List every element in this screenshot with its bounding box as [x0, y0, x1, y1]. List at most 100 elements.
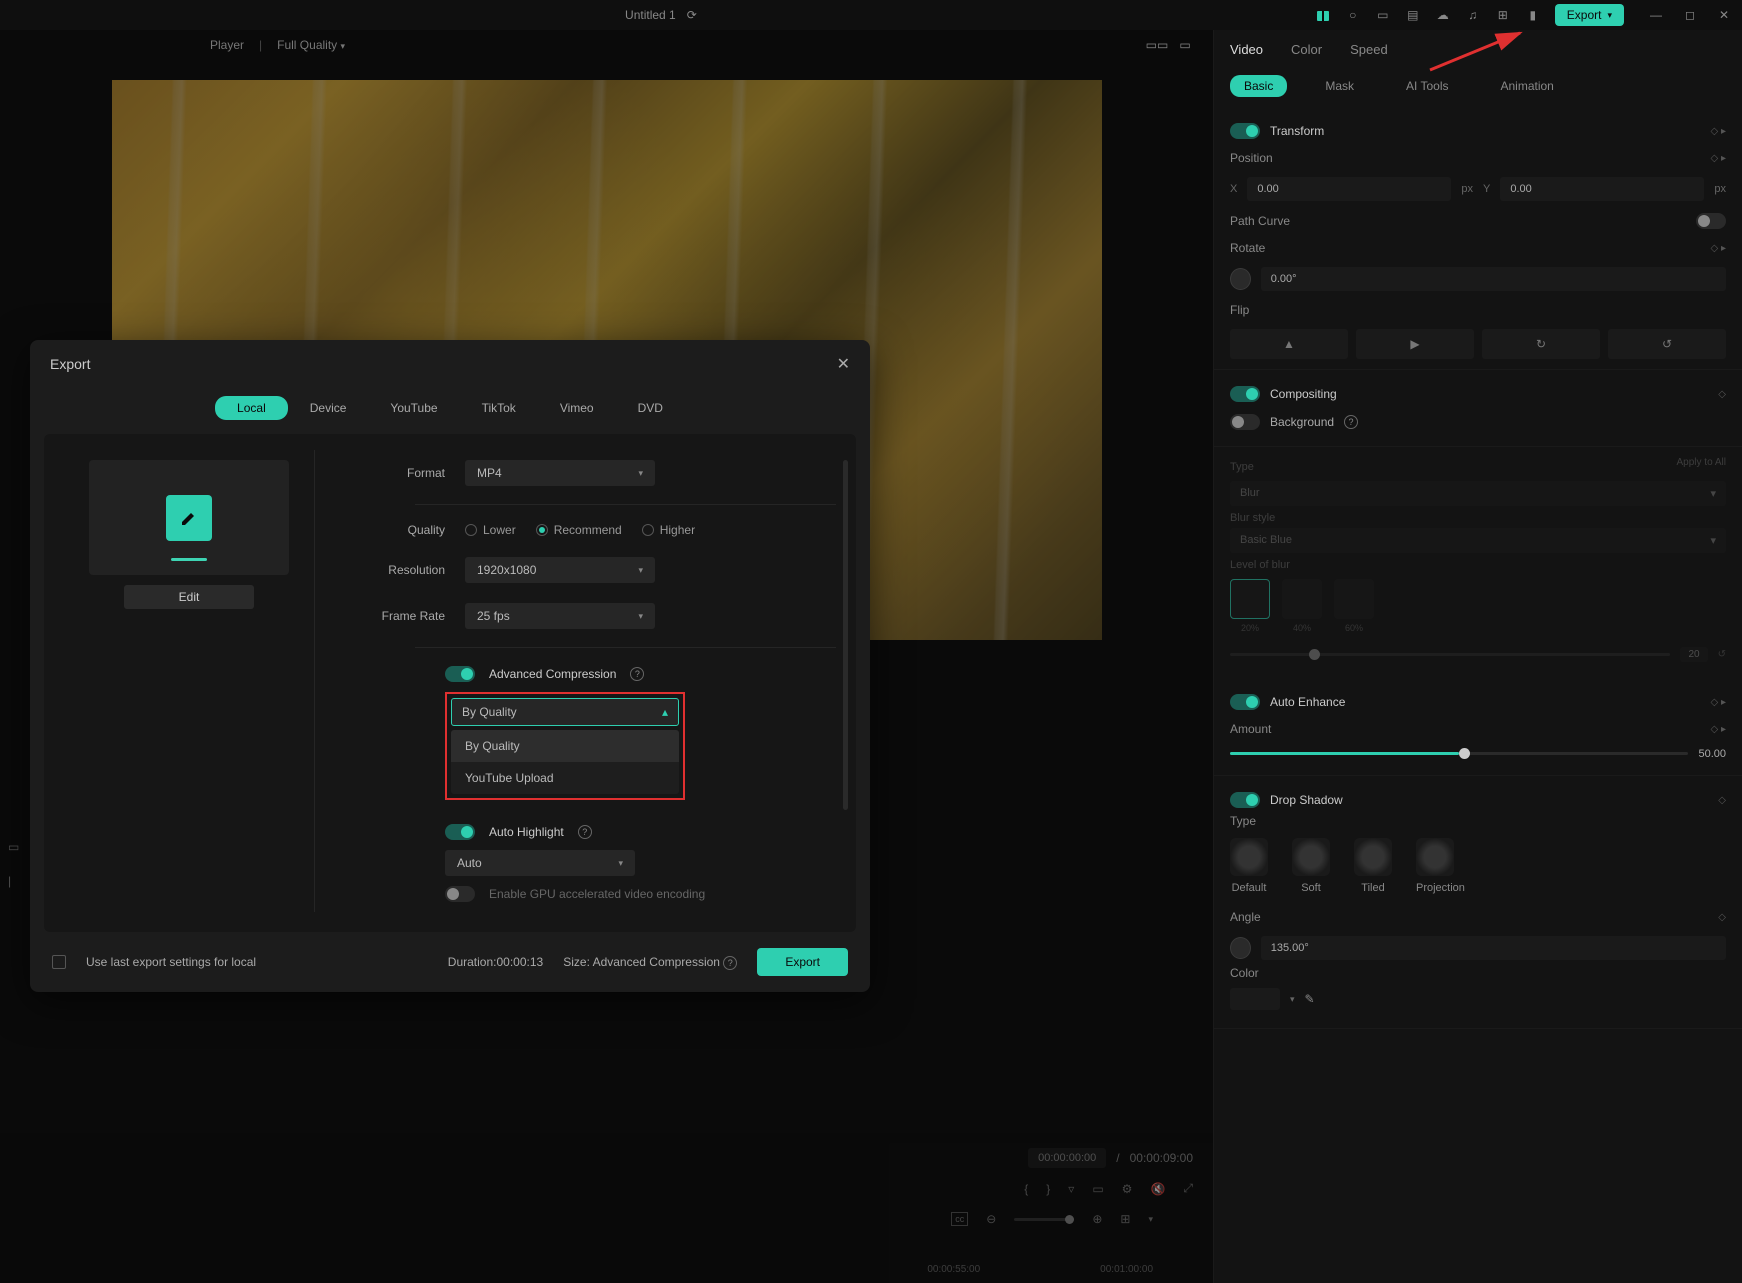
rotate-cw-button[interactable]: ↻ — [1482, 329, 1600, 359]
mute-icon[interactable]: 🔇 — [1150, 1182, 1165, 1196]
export-tab-vimeo[interactable]: Vimeo — [538, 396, 616, 420]
help-icon[interactable]: ? — [1344, 415, 1358, 429]
close-icon[interactable]: ✕ — [1716, 7, 1732, 23]
export-tab-tiktok[interactable]: TikTok — [460, 396, 538, 420]
reset-icon[interactable]: ↺ — [1718, 649, 1726, 660]
settings-icon[interactable]: ⚙ — [1122, 1182, 1133, 1196]
subtab-basic[interactable]: Basic — [1230, 75, 1287, 97]
quality-dropdown[interactable]: Full Quality ▾ — [277, 38, 345, 52]
current-timecode[interactable]: 00:00:00:00 — [1028, 1148, 1106, 1168]
bracket-out-icon[interactable]: } — [1046, 1182, 1050, 1196]
keyframe-icon[interactable]: ◇ ▸ — [1711, 697, 1727, 708]
player-tab[interactable]: Player — [210, 38, 244, 52]
keyframe-icon[interactable]: ◇ ▸ — [1711, 153, 1727, 164]
amount-slider[interactable] — [1230, 752, 1688, 755]
use-last-checkbox[interactable] — [52, 955, 66, 969]
subtab-animation[interactable]: Animation — [1486, 75, 1567, 97]
export-tab-device[interactable]: Device — [288, 396, 369, 420]
keyframe-icon[interactable]: ◇ — [1718, 912, 1726, 923]
export-tab-youtube[interactable]: YouTube — [368, 396, 459, 420]
gpu-toggle[interactable] — [445, 886, 475, 902]
headphones-icon[interactable]: ♫ — [1465, 7, 1481, 23]
grid-view-icon[interactable]: ⊞ — [1120, 1212, 1130, 1226]
chevron-down-icon[interactable]: ▾ — [1290, 994, 1295, 1005]
keyframe-icon[interactable]: ◇ ▸ — [1711, 126, 1727, 137]
marker-icon[interactable]: ▿ — [1068, 1182, 1074, 1196]
flip-vertical-button[interactable]: ▶ — [1356, 329, 1474, 359]
blur-thumb-40[interactable] — [1282, 579, 1322, 619]
tool-icon[interactable]: | — [8, 874, 19, 888]
quality-higher[interactable]: Higher — [642, 523, 695, 537]
bg-type-select[interactable]: Blur▾ — [1230, 481, 1726, 506]
keyframe-icon[interactable]: ◇ — [1718, 389, 1726, 400]
subtab-aitools[interactable]: AI Tools — [1392, 75, 1462, 97]
export-tab-local[interactable]: Local — [215, 396, 288, 420]
maximize-icon[interactable]: ◻ — [1682, 7, 1698, 23]
close-icon[interactable]: ✕ — [837, 354, 850, 374]
shadow-projection[interactable] — [1416, 838, 1454, 876]
angle-input[interactable] — [1261, 936, 1726, 960]
blur-thumb-60[interactable] — [1334, 579, 1374, 619]
edit-thumbnail-button[interactable]: Edit — [124, 585, 254, 609]
minimize-icon[interactable]: — — [1648, 7, 1664, 23]
do-export-button[interactable]: Export — [757, 948, 848, 976]
snapshot-icon[interactable]: ▭ — [1177, 37, 1193, 53]
rotate-knob[interactable] — [1230, 268, 1251, 290]
help-icon[interactable]: ? — [630, 667, 644, 681]
export-button[interactable]: Export ▾ — [1555, 4, 1624, 26]
blur-slider[interactable] — [1230, 653, 1670, 656]
record-icon[interactable]: ○ — [1345, 7, 1361, 23]
auto-highlight-toggle[interactable] — [445, 824, 475, 840]
format-select[interactable]: MP4▾ — [465, 460, 655, 486]
bracket-in-icon[interactable]: { — [1024, 1182, 1028, 1196]
compression-opt-quality[interactable]: By Quality — [451, 730, 679, 762]
shadow-toggle[interactable] — [1230, 792, 1260, 808]
tab-video[interactable]: Video — [1230, 42, 1263, 65]
help-icon[interactable]: ? — [723, 956, 737, 970]
shadow-soft[interactable] — [1292, 838, 1330, 876]
keyframe-icon[interactable]: ◇ — [1718, 795, 1726, 806]
subtab-mask[interactable]: Mask — [1311, 75, 1368, 97]
color-swatch[interactable] — [1230, 988, 1280, 1010]
flip-horizontal-button[interactable]: ▲ — [1230, 329, 1348, 359]
compare-icon[interactable]: ▭▭ — [1149, 37, 1165, 53]
tab-speed[interactable]: Speed — [1350, 42, 1388, 65]
enhance-toggle[interactable] — [1230, 694, 1260, 710]
eyedropper-icon[interactable]: ✎ — [1305, 992, 1315, 1006]
highlight-select[interactable]: Auto▾ — [445, 850, 635, 876]
apply-all-button[interactable]: Apply to All — [1677, 457, 1726, 477]
cloud-icon[interactable]: ☁ — [1435, 7, 1451, 23]
shadow-tiled[interactable] — [1354, 838, 1392, 876]
cc-icon[interactable]: cc — [951, 1212, 968, 1226]
framerate-select[interactable]: 25 fps▾ — [465, 603, 655, 629]
blur-style-select[interactable]: Basic Blue▾ — [1230, 528, 1726, 553]
transform-toggle[interactable] — [1230, 123, 1260, 139]
screen-icon[interactable]: ▭ — [1092, 1182, 1103, 1196]
quality-recommend[interactable]: Recommend — [536, 523, 622, 537]
compression-select[interactable]: By Quality ▴ — [451, 698, 679, 726]
image-icon[interactable]: ▤ — [1405, 7, 1421, 23]
scrollbar[interactable] — [843, 460, 848, 810]
pathcurve-toggle[interactable] — [1696, 213, 1726, 229]
display-icon[interactable]: ▭ — [1375, 7, 1391, 23]
shadow-default[interactable] — [1230, 838, 1268, 876]
quality-lower[interactable]: Lower — [465, 523, 516, 537]
adv-compression-toggle[interactable] — [445, 666, 475, 682]
keyframe-icon[interactable]: ◇ ▸ — [1711, 243, 1727, 254]
expand-icon[interactable]: ⤢ — [1183, 1181, 1193, 1196]
background-toggle[interactable] — [1230, 414, 1260, 430]
export-tab-dvd[interactable]: DVD — [616, 396, 685, 420]
tool-icon[interactable]: ▭ — [8, 840, 19, 854]
gift-icon[interactable] — [1315, 7, 1331, 23]
position-y-input[interactable] — [1500, 177, 1704, 201]
angle-knob[interactable] — [1230, 937, 1251, 959]
help-icon[interactable]: ? — [578, 825, 592, 839]
blur-value[interactable]: 20 — [1680, 647, 1707, 662]
cloud-sync-icon[interactable]: ⟳ — [684, 7, 700, 23]
position-x-input[interactable] — [1247, 177, 1451, 201]
blur-thumb-20[interactable] — [1230, 579, 1270, 619]
rotate-input[interactable] — [1261, 267, 1726, 291]
grid-icon[interactable]: ⊞ — [1495, 7, 1511, 23]
keyframe-icon[interactable]: ◇ ▸ — [1711, 724, 1727, 735]
zoom-slider[interactable] — [1014, 1218, 1074, 1221]
